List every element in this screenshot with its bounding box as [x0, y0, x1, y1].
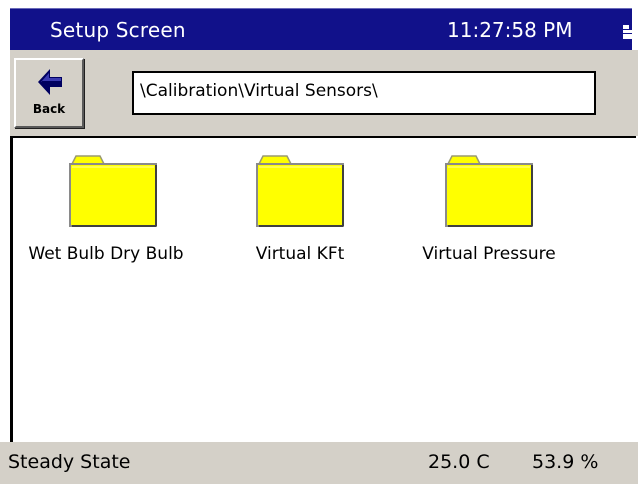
signal-icon: [623, 25, 635, 39]
title-bar: Setup Screen 11:27:58 PM: [10, 8, 635, 51]
path-field[interactable]: \Calibration\Virtual Sensors\: [132, 71, 596, 115]
folder-icon: [256, 155, 344, 227]
folder-icon: [69, 155, 157, 227]
clock: 11:27:58 PM: [447, 18, 573, 42]
folder-browser: Wet Bulb Dry Bulb Virtual KFt Virtual Pr…: [10, 136, 636, 442]
folder-label: Wet Bulb Dry Bulb: [28, 244, 184, 264]
system-state: Steady State: [8, 451, 131, 473]
left-arrow-icon: [38, 69, 62, 95]
back-button-label: Back: [32, 102, 66, 116]
folder-icon: [445, 155, 533, 227]
folder-virtual-pressure[interactable]: Virtual Pressure: [399, 150, 579, 280]
folder-wet-bulb-dry-bulb[interactable]: Wet Bulb Dry Bulb: [16, 150, 196, 280]
folder-label: Virtual KFt: [255, 244, 345, 264]
window-title: Setup Screen: [50, 18, 186, 42]
back-button[interactable]: Back: [14, 58, 84, 128]
setup-screen: Setup Screen 11:27:58 PM Back \Calibrati…: [0, 0, 638, 484]
toolbar: Back \Calibration\Virtual Sensors\: [10, 50, 638, 136]
temperature-readout: 25.0 C: [428, 451, 490, 473]
folder-virtual-kft[interactable]: Virtual KFt: [210, 150, 390, 280]
status-bar: Steady State 25.0 C 53.9 %: [0, 442, 638, 484]
folder-label: Virtual Pressure: [422, 244, 556, 264]
humidity-readout: 53.9 %: [532, 451, 599, 473]
